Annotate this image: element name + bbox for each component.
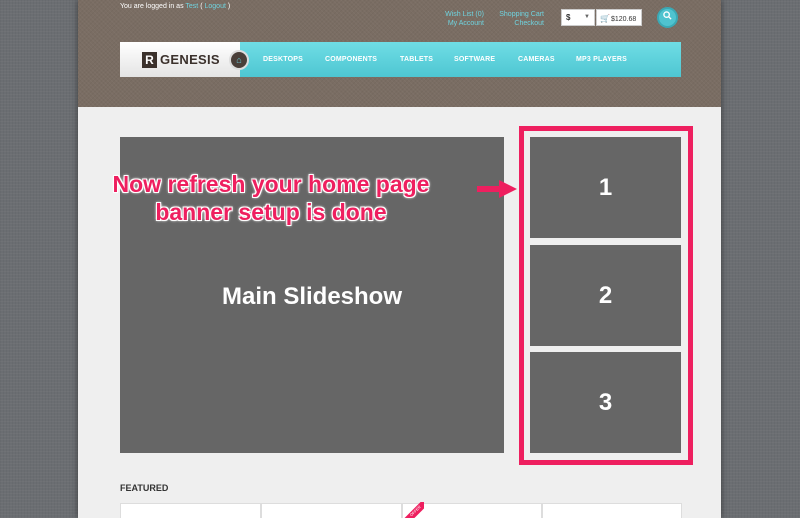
ribbon-label: OFFER	[402, 502, 424, 518]
shopping-cart-link[interactable]: Shopping Cart	[492, 10, 544, 19]
currency-value: $	[566, 13, 571, 22]
nav-item-mp3-players[interactable]: MP3 PLAYERS	[576, 56, 627, 63]
login-prefix: You are logged in as	[120, 3, 184, 10]
search-icon	[663, 11, 672, 20]
checkout-link[interactable]: Checkout	[492, 19, 544, 28]
header: You are logged in as Test ( Logout ) Wis…	[78, 0, 721, 107]
main-nav: R GENESIS ⌂ DESKTOPS COMPONENTS TABLETS …	[120, 42, 681, 77]
cart-total: $120.68	[610, 16, 637, 23]
wishlist-link[interactable]: Wish List (0)	[428, 10, 484, 19]
chevron-down-icon: ▼	[584, 14, 590, 20]
logo[interactable]: R GENESIS	[120, 42, 240, 77]
product-card[interactable]	[542, 503, 682, 518]
arrow-right-icon	[477, 180, 517, 198]
cart-links: Shopping Cart Checkout	[492, 10, 544, 28]
logout-paren-close: )	[227, 3, 231, 10]
product-card[interactable]	[261, 503, 402, 518]
logo-text: GENESIS	[160, 52, 220, 67]
nav-item-components[interactable]: COMPONENTS	[325, 56, 377, 63]
slideshow-label: Main Slideshow	[221, 283, 403, 310]
search-button[interactable]	[657, 7, 678, 28]
banner-1[interactable]: 1	[530, 137, 681, 238]
user-link[interactable]: Test	[185, 3, 198, 10]
logout-link[interactable]: Logout	[205, 3, 226, 10]
login-status: You are logged in as Test ( Logout )	[120, 3, 230, 10]
callout-line-1: Now refresh your home page	[112, 171, 430, 197]
offer-ribbon: OFFER	[402, 502, 424, 518]
featured-heading: FEATURED	[120, 483, 169, 493]
nav-item-desktops[interactable]: DESKTOPS	[263, 56, 303, 63]
nav-item-tablets[interactable]: TABLETS	[400, 56, 433, 63]
currency-select[interactable]: $ ▼	[561, 9, 595, 26]
home-icon: ⌂	[236, 55, 242, 65]
logout-paren-open: (	[200, 3, 203, 10]
home-button[interactable]: ⌂	[229, 50, 249, 70]
banner-2[interactable]: 2	[530, 245, 681, 346]
cart-button[interactable]: 🛒$120.68	[596, 9, 642, 26]
my-account-link[interactable]: My Account	[428, 19, 484, 28]
banner-3[interactable]: 3	[530, 352, 681, 453]
cart-icon: 🛒	[600, 14, 610, 23]
page: You are logged in as Test ( Logout ) Wis…	[78, 0, 721, 518]
callout-line-2: banner setup is done	[155, 199, 387, 225]
nav-item-cameras[interactable]: CAMERAS	[518, 56, 555, 63]
nav-item-software[interactable]: SOFTWARE	[454, 56, 495, 63]
logo-mark: R	[142, 52, 157, 68]
account-links: Wish List (0) My Account	[428, 10, 484, 28]
product-card[interactable]	[120, 503, 261, 518]
